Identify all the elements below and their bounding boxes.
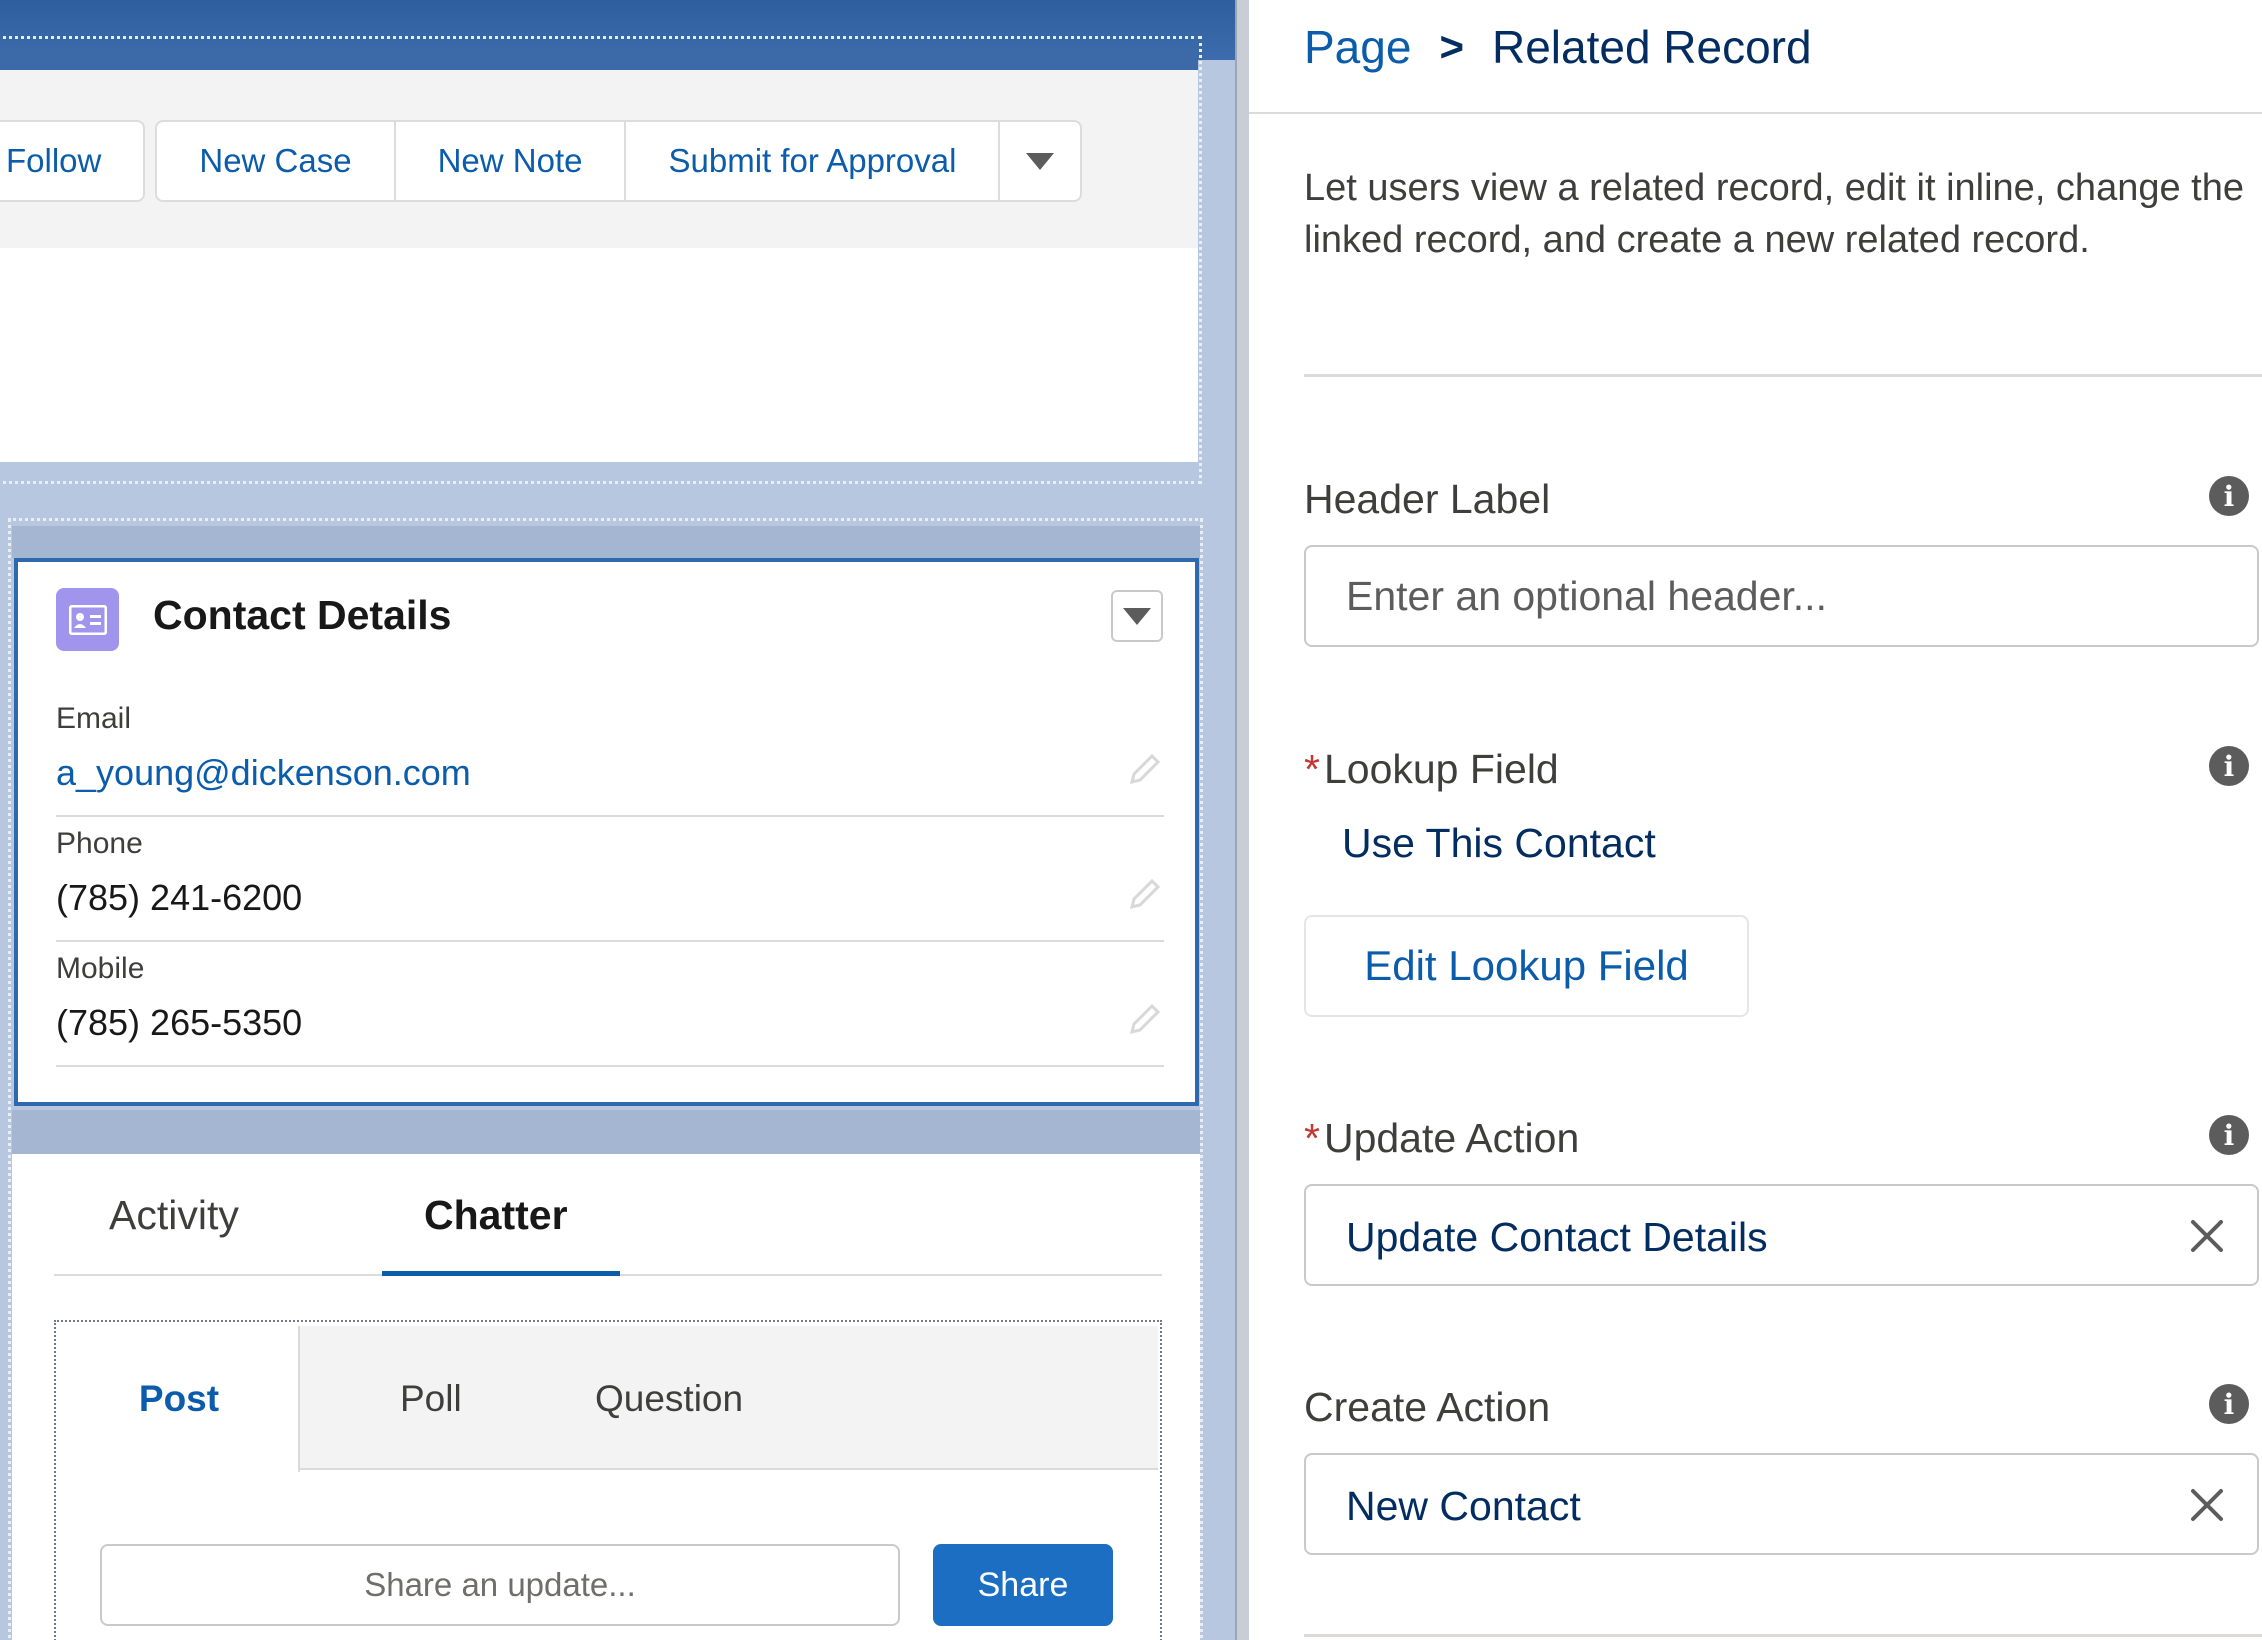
component-drop-zone [12,526,1200,558]
email-value[interactable]: a_young@dickenson.com [56,752,471,794]
update-action-label-text: Update Action [1323,1115,1580,1161]
activity-chatter-tabs: Activity Chatter Post Poll Question Shar… [12,1154,1200,1640]
lookup-field-value: Use This Contact [1342,820,1656,866]
email-field: Email a_young@dickenson.com [56,692,1164,817]
lookup-field-label-text: Lookup Field [1323,746,1559,792]
breadcrumb-separator: > [1439,23,1464,70]
section-divider [1304,1634,2262,1637]
update-action-value: Update Contact Details [1346,1214,1768,1260]
info-icon[interactable]: i [2209,476,2249,516]
header-label-label: Header Label [1304,476,1551,522]
card-title: Contact Details [153,592,452,638]
publisher-tab-post[interactable]: Post [60,1326,300,1472]
create-action-label: Create Action [1304,1384,1551,1430]
page-canvas: Follow New Case New Note Submit for Appr… [0,0,1235,1640]
email-label: Email [56,702,132,735]
phone-label: Phone [56,827,143,860]
create-action-value: New Contact [1346,1483,1581,1529]
breadcrumb: Page > Related Record [1304,20,1812,74]
edit-pencil-icon[interactable] [1124,875,1164,915]
canvas-panel-divider [1235,0,1249,1640]
edit-pencil-icon[interactable] [1124,750,1164,790]
required-marker: * [1304,746,1320,792]
publisher-tab-poll[interactable]: Poll [400,1326,462,1472]
highlights-selection-outline [0,36,1202,484]
share-button[interactable]: Share [933,1544,1113,1626]
create-action-selector[interactable]: New Contact [1304,1453,2259,1555]
description-divider [1304,374,2262,377]
info-icon[interactable]: i [2209,746,2249,786]
property-panel: Page > Related Record Let users view a r… [1249,0,2262,1640]
publisher-tab-question[interactable]: Question [595,1326,743,1472]
card-menu-button[interactable] [1111,590,1163,642]
update-action-selector[interactable]: Update Contact Details [1304,1184,2259,1286]
info-icon[interactable]: i [2209,1384,2249,1424]
mobile-field: Mobile (785) 265-5350 [56,942,1164,1067]
contact-details-card[interactable]: Contact Details Email a_young@dickenson.… [14,558,1199,1106]
active-tab-indicator [382,1271,620,1276]
clear-icon[interactable] [2185,1214,2229,1258]
component-description: Let users view a related record, edit it… [1304,167,2244,261]
breadcrumb-current: Related Record [1491,21,1812,73]
tab-activity[interactable]: Activity [109,1192,239,1239]
header-divider [1249,112,2262,114]
edit-pencil-icon[interactable] [1124,1000,1164,1040]
component-drop-zone [12,1110,1200,1154]
breadcrumb-page-link[interactable]: Page [1304,20,1411,74]
chevron-down-icon [1123,607,1151,625]
header-label-input[interactable] [1304,545,2259,647]
info-icon[interactable]: i [2209,1115,2249,1155]
feed-tab-bar: Activity Chatter [54,1154,1162,1276]
phone-field: Phone (785) 241-6200 [56,817,1164,942]
clear-icon[interactable] [2185,1483,2229,1527]
mobile-label: Mobile [56,952,145,985]
update-action-label: *Update Action [1304,1115,1579,1162]
share-update-input[interactable]: Share an update... [100,1544,900,1626]
mobile-value: (785) 265-5350 [56,1002,303,1043]
phone-value: (785) 241-6200 [56,877,303,918]
tab-chatter[interactable]: Chatter [424,1192,568,1239]
required-marker: * [1304,1115,1320,1161]
contact-card-icon [56,588,119,651]
publisher-tab-bar: Post Poll Question [60,1326,1158,1472]
lookup-field-label: *Lookup Field [1304,746,1559,793]
edit-lookup-field-button[interactable]: Edit Lookup Field [1304,915,1749,1017]
